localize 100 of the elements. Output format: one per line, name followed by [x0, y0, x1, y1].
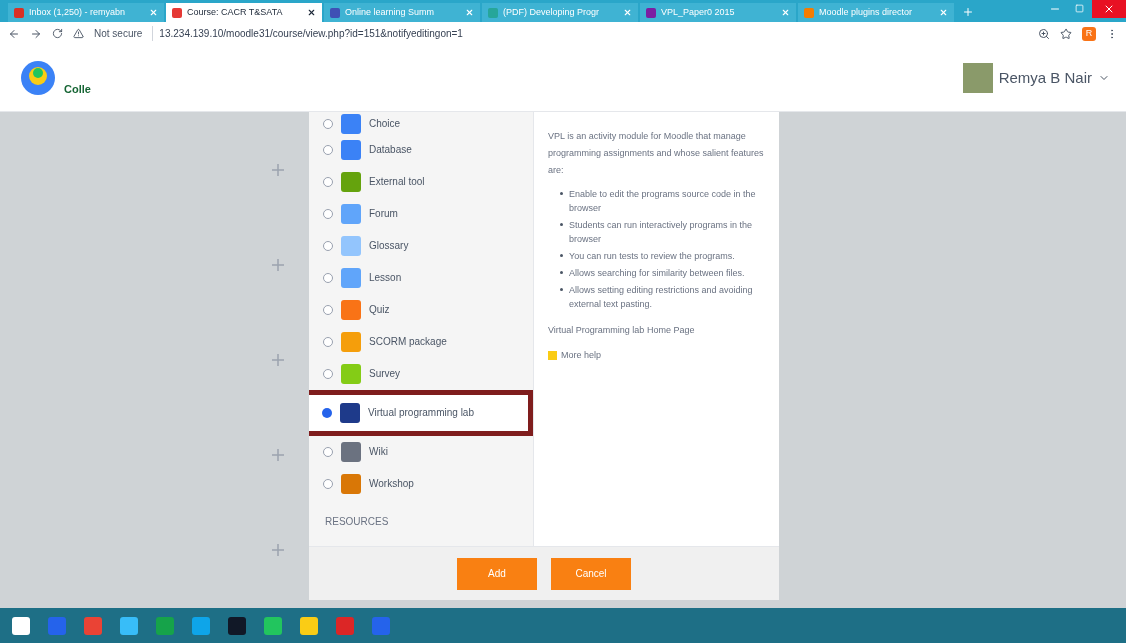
- description-text: VPL is an activity module for Moodle that manage programming assignments and whose salient features are:: [548, 130, 765, 177]
- activity-name: Forum: [369, 207, 398, 221]
- tab-title: Course: CACR T&SATA: [187, 5, 284, 19]
- activity-option[interactable]: Wiki: [309, 436, 533, 468]
- maximize-icon[interactable]: [1075, 4, 1084, 13]
- bullet-icon: [560, 288, 563, 291]
- radio-button[interactable]: [323, 241, 333, 251]
- forward-icon[interactable]: [30, 27, 42, 40]
- activity-icon: [341, 268, 361, 288]
- taskbar-app-icon[interactable]: [120, 616, 138, 635]
- taskbar-app-icon[interactable]: [228, 616, 246, 635]
- activity-name: Survey: [369, 367, 401, 381]
- tab-title: (PDF) Developing Progr: [503, 5, 601, 19]
- activity-icon: [341, 474, 361, 494]
- feature-item: Students can run interactively programs in the browser: [560, 218, 765, 246]
- reload-icon[interactable]: [52, 28, 63, 39]
- section-heading: RESOURCES: [324, 515, 390, 529]
- tab-title: Inbox (1,250) - remyabn: [29, 5, 127, 19]
- site-icon: [330, 7, 340, 18]
- tab-title: Online learning Summ: [345, 5, 436, 19]
- drag-handle-icon[interactable]: [272, 163, 284, 176]
- more-help-link[interactable]: More help: [561, 347, 602, 364]
- radio-button[interactable]: [323, 479, 333, 489]
- activity-option[interactable]: SCORM package: [309, 326, 533, 358]
- site-icon: [804, 7, 814, 18]
- site-icon: [172, 7, 182, 18]
- radio-button[interactable]: [322, 408, 332, 418]
- activity-icon: [341, 114, 361, 134]
- taskbar-app-icon[interactable]: [300, 616, 318, 635]
- activity-name: Virtual programming lab: [368, 406, 474, 420]
- feature-item: Allows searching for similarity between files.: [560, 266, 765, 280]
- user-menu[interactable]: Remya B Nair: [998, 66, 1092, 90]
- activity-option[interactable]: Workshop: [309, 468, 533, 500]
- close-window-icon[interactable]: [1103, 3, 1115, 15]
- activity-option[interactable]: Quiz: [309, 294, 533, 326]
- activity-name: Database: [369, 143, 412, 157]
- zoom-icon[interactable]: [1038, 27, 1050, 40]
- star-icon[interactable]: [1060, 27, 1072, 40]
- activity-icon: [341, 442, 361, 462]
- radio-button[interactable]: [323, 369, 333, 379]
- radio-button[interactable]: [323, 273, 333, 283]
- activity-option[interactable]: Glossary: [309, 230, 533, 262]
- activity-option[interactable]: Lesson: [309, 262, 533, 294]
- bullet-icon: [560, 223, 563, 226]
- activity-name: SCORM package: [369, 335, 447, 349]
- taskbar-app-icon[interactable]: [264, 616, 282, 635]
- activity-icon: [341, 332, 361, 352]
- home-page-link[interactable]: Virtual Programming lab Home Page: [548, 322, 765, 339]
- activity-option[interactable]: Forum: [309, 198, 533, 230]
- drag-handle-icon[interactable]: [272, 544, 284, 557]
- feature-item: Enable to edit the programs source code in the browser: [560, 187, 765, 215]
- radio-button[interactable]: [323, 337, 333, 347]
- radio-button[interactable]: [323, 177, 333, 187]
- radio-button[interactable]: [323, 447, 333, 457]
- radio-button[interactable]: [323, 305, 333, 315]
- activity-icon: [341, 300, 361, 320]
- activity-icon: [340, 403, 360, 423]
- new-tab-icon[interactable]: [962, 6, 974, 18]
- radio-button[interactable]: [323, 119, 333, 129]
- activity-icon: [341, 236, 361, 256]
- activity-name: Workshop: [369, 477, 414, 491]
- radio-button[interactable]: [323, 145, 333, 155]
- activity-name: Wiki: [369, 445, 388, 459]
- bullet-icon: [560, 271, 563, 274]
- site-icon: [646, 7, 656, 18]
- help-icon: [548, 351, 557, 360]
- tab-title: VPL_Paper0 2015: [661, 5, 736, 19]
- site-icon: [14, 7, 24, 18]
- activity-name: External tool: [369, 175, 425, 189]
- activity-icon: [341, 204, 361, 224]
- tab-title: Moodle plugins director: [819, 5, 914, 19]
- activity-icon: [341, 364, 361, 384]
- activity-option[interactable]: Choice: [309, 114, 533, 134]
- site-icon: [488, 7, 498, 18]
- activity-option[interactable]: External tool: [309, 166, 533, 198]
- browser-tab[interactable]: Course: CACR T&SATA: [166, 3, 322, 22]
- activity-name: Lesson: [369, 271, 402, 285]
- activity-option[interactable]: Database: [309, 134, 533, 166]
- bullet-icon: [560, 192, 563, 195]
- feature-item: Allows setting editing restrictions and avoiding external text pasting.: [560, 283, 765, 311]
- activity-name: Quiz: [369, 303, 390, 317]
- logo-text: Colle: [64, 81, 91, 97]
- activity-name: Choice: [369, 117, 401, 131]
- feature-item: You can run tests to review the programs.: [560, 249, 765, 263]
- drag-handle-icon[interactable]: [272, 258, 284, 271]
- activity-icon: [341, 172, 361, 192]
- drag-handle-icon[interactable]: [272, 449, 284, 462]
- activity-icon: [341, 140, 361, 160]
- bullet-icon: [560, 254, 563, 257]
- address-field[interactable]: 13.234.139.10/moodle31/course/view.php?id=151&notifyeditingon=1: [152, 26, 1028, 41]
- activity-option[interactable]: Virtual programming lab: [309, 390, 533, 436]
- taskbar-app-icon[interactable]: [12, 616, 30, 635]
- back-icon[interactable]: [8, 27, 20, 40]
- close-icon[interactable]: [307, 8, 316, 17]
- activity-option[interactable]: Survey: [309, 358, 533, 390]
- activity-name: Glossary: [369, 239, 409, 253]
- drag-handle-icon[interactable]: [272, 353, 284, 366]
- avatar-photo-placeholder: [962, 63, 993, 93]
- radio-button[interactable]: [323, 209, 333, 219]
- security-label: Not secure: [94, 27, 143, 41]
